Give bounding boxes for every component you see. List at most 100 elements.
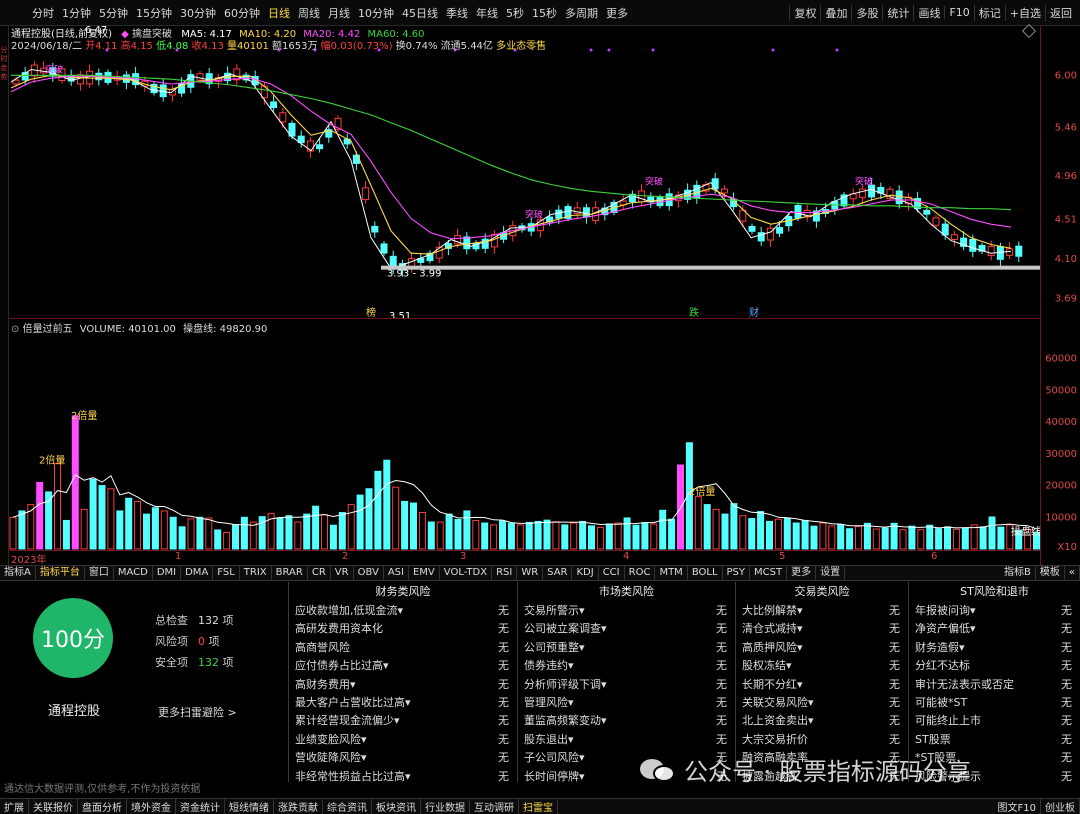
risk-item-1-0[interactable]: 交易所警示▾ 无 <box>518 602 735 620</box>
risk-item-2-4[interactable]: 长期不分红▾ 无 <box>736 676 908 694</box>
bottom-tab-9[interactable]: 行业数据 <box>421 799 470 814</box>
indicator-tab-asi-12[interactable]: ASI <box>384 566 409 580</box>
indicator-tab-x-25[interactable]: 更多 <box>787 566 817 580</box>
risk-item-2-0[interactable]: 大比例解禁▾ 无 <box>736 602 908 620</box>
bottom-tab-8[interactable]: 板块资讯 <box>372 799 421 814</box>
bottom-tab-1[interactable]: 关联报价 <box>29 799 78 814</box>
risk-item-0-9[interactable]: 非经常性损益占比过高▾ 无 <box>289 768 517 786</box>
indicator-tab-emv-13[interactable]: EMV <box>409 566 440 580</box>
risk-item-2-1[interactable]: 清仓式减持▾ 无 <box>736 620 908 638</box>
risk-item-0-0[interactable]: 应收款增加,低现金流▾ 无 <box>289 602 517 620</box>
risk-item-0-6[interactable]: 累计经营现金流偏少▾ 无 <box>289 712 517 730</box>
indicator-tab-right-1[interactable]: 模板 <box>1036 566 1065 580</box>
volume-settings-icon[interactable]: ⊙ <box>11 324 19 335</box>
bottom-tab-3[interactable]: 境外资金 <box>127 799 176 814</box>
risk-item-3-6[interactable]: 可能终止上市 无 <box>909 712 1080 730</box>
risk-item-1-6[interactable]: 董监高频繁变动▾ 无 <box>518 712 735 730</box>
bottom-tab-4[interactable]: 资金统计 <box>176 799 225 814</box>
indicator-tab-right-0[interactable]: 指标B <box>1000 566 1036 580</box>
bottom-tab-2[interactable]: 盘面分析 <box>78 799 127 814</box>
period-tab-6[interactable]: 日线 <box>264 5 294 21</box>
bottom-right-tab-0[interactable]: 图文F10 <box>994 799 1041 814</box>
risk-item-3-7[interactable]: ST股票 无 <box>909 731 1080 749</box>
risk-item-0-7[interactable]: 业绩变脸风险▾ 无 <box>289 731 517 749</box>
bottom-tab-5[interactable]: 短线情绪 <box>225 799 274 814</box>
indicator-tab-dma-5[interactable]: DMA <box>181 566 214 580</box>
risk-item-0-4[interactable]: 高财务费用▾ 无 <box>289 676 517 694</box>
period-tab-7[interactable]: 周线 <box>294 5 324 21</box>
risk-item-3-1[interactable]: 净资产偏低▾ 无 <box>909 620 1080 638</box>
indicator-tab-vr-10[interactable]: VR <box>331 566 354 580</box>
indicator-tab-a-0[interactable]: 指标A <box>0 566 36 580</box>
indicator-tab-macd-3[interactable]: MACD <box>114 566 153 580</box>
more-risk-link[interactable]: 更多扫雷避险 > <box>158 704 237 720</box>
risk-item-1-2[interactable]: 公司预重整▾ 无 <box>518 639 735 657</box>
toolbar-button-7[interactable]: +自选 <box>1004 4 1045 21</box>
toolbar-button-3[interactable]: 统计 <box>882 4 913 21</box>
indicator-tab-kdj-18[interactable]: KDJ <box>572 566 599 580</box>
indicator-tab-fsl-6[interactable]: FSL <box>213 566 240 580</box>
risk-item-2-2[interactable]: 高质押风险▾ 无 <box>736 639 908 657</box>
risk-item-3-4[interactable]: 审计无法表示或否定 无 <box>909 676 1080 694</box>
bottom-tab-10[interactable]: 互动调研 <box>470 799 519 814</box>
period-tab-4[interactable]: 30分钟 <box>176 5 220 21</box>
period-tab-8[interactable]: 月线 <box>324 5 354 21</box>
toolbar-button-6[interactable]: 标记 <box>973 4 1005 21</box>
indicator-tab-psy-23[interactable]: PSY <box>723 566 751 580</box>
indicator-tab-dmi-4[interactable]: DMI <box>153 566 182 580</box>
risk-item-1-5[interactable]: 管理风险▾ 无 <box>518 694 735 712</box>
indicator-tab-brar-8[interactable]: BRAR <box>272 566 308 580</box>
indicator-tab-boll-22[interactable]: BOLL <box>688 566 723 580</box>
toolbar-button-2[interactable]: 多股 <box>851 4 882 21</box>
indicator-tab-trix-7[interactable]: TRIX <box>240 566 272 580</box>
indicator-tab-roc-20[interactable]: ROC <box>625 566 656 580</box>
toolbar-button-4[interactable]: 画线 <box>913 4 944 21</box>
period-tab-14[interactable]: 15秒 <box>528 5 561 21</box>
period-tab-16[interactable]: 更多 <box>602 5 632 21</box>
risk-item-0-5[interactable]: 最大客户占营收比过高▾ 无 <box>289 694 517 712</box>
period-tab-10[interactable]: 45日线 <box>398 5 442 21</box>
risk-item-3-5[interactable]: 可能被*ST 无 <box>909 694 1080 712</box>
risk-item-3-3[interactable]: 分红不达标 无 <box>909 657 1080 675</box>
toolbar-button-5[interactable]: F10 <box>944 6 973 19</box>
left-side-strip[interactable]: 分时走势 <box>0 26 9 566</box>
risk-item-1-7[interactable]: 股东退出▾ 无 <box>518 731 735 749</box>
period-tab-13[interactable]: 5秒 <box>502 5 528 21</box>
indicator-tab-rsi-15[interactable]: RSI <box>492 566 518 580</box>
risk-item-1-3[interactable]: 债券违约▾ 无 <box>518 657 735 675</box>
kline-chart[interactable]: 6.47 3.51 3.93 - 3.99 跌财榜突破 突破 突破 突破 通程控股(日线,前… <box>9 23 1041 322</box>
risk-item-2-6[interactable]: 北上资金卖出▾ 无 <box>736 712 908 730</box>
risk-item-2-3[interactable]: 股权冻结▾ 无 <box>736 657 908 675</box>
indicator-tab-x-1[interactable]: 指标平台 <box>36 566 85 580</box>
risk-item-1-1[interactable]: 公司被立案调查▾ 无 <box>518 620 735 638</box>
indicator-tab-vol-tdx-14[interactable]: VOL-TDX <box>440 566 493 580</box>
period-tab-1[interactable]: 1分钟 <box>58 5 95 21</box>
period-tab-11[interactable]: 季线 <box>442 5 472 21</box>
risk-item-0-2[interactable]: 高商誉风险 无 <box>289 639 517 657</box>
bottom-tab-6[interactable]: 涨跌贡献 <box>274 799 323 814</box>
risk-item-2-5[interactable]: 关联交易风险▾ 无 <box>736 694 908 712</box>
indicator-tab-sar-17[interactable]: SAR <box>543 566 573 580</box>
period-tab-3[interactable]: 15分钟 <box>132 5 176 21</box>
period-tab-9[interactable]: 10分钟 <box>354 5 398 21</box>
indicator-tab-mcst-24[interactable]: MCST <box>750 566 788 580</box>
period-tab-5[interactable]: 60分钟 <box>220 5 264 21</box>
indicator-tab-right-2[interactable]: « <box>1065 566 1080 580</box>
indicator-tab-cr-9[interactable]: CR <box>308 566 331 580</box>
period-tab-15[interactable]: 多周期 <box>561 5 602 21</box>
bottom-tab-7[interactable]: 综合资讯 <box>323 799 372 814</box>
indicator-tab-x-2[interactable]: 窗口 <box>85 566 114 580</box>
indicator-tab-wr-16[interactable]: WR <box>517 566 544 580</box>
period-tab-2[interactable]: 5分钟 <box>95 5 132 21</box>
period-tab-0[interactable]: 分时 <box>28 5 58 21</box>
bottom-right-tab-1[interactable]: 创业板 <box>1041 799 1080 814</box>
risk-item-0-3[interactable]: 应付债券占比过高▾ 无 <box>289 657 517 675</box>
risk-item-0-1[interactable]: 高研发费用资本化 无 <box>289 620 517 638</box>
period-tab-12[interactable]: 年线 <box>472 5 502 21</box>
indicator-tab-mtm-21[interactable]: MTM <box>655 566 688 580</box>
toolbar-button-1[interactable]: 叠加 <box>820 4 851 21</box>
bottom-tab-0[interactable]: 扩展 <box>0 799 29 814</box>
volume-chart[interactable]: 2倍量 2倍量 2倍量 操盘线 ⊙ 倍量过前五 VOLUME: 40101.00 操盘… <box>9 318 1041 550</box>
risk-item-3-2[interactable]: 财务造假▾ 无 <box>909 639 1080 657</box>
toolbar-button-8[interactable]: 返回 <box>1045 4 1076 21</box>
